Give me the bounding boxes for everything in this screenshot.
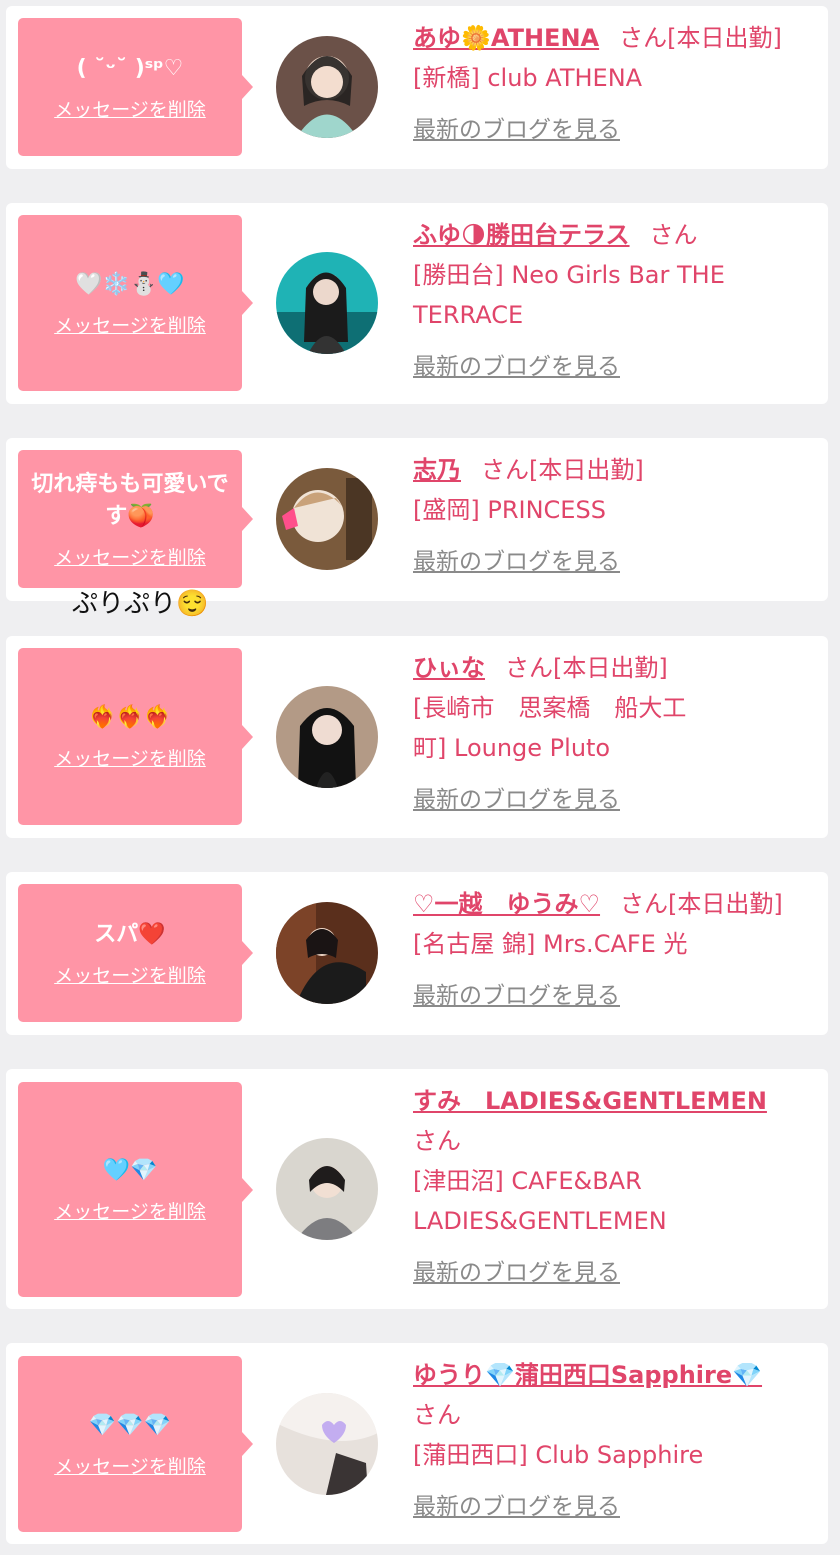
latest-blog-link[interactable]: 最新のブログを見る <box>413 780 620 820</box>
message-bubble: 切れ痔もも可愛いです🍑 メッセージを削除 <box>18 450 253 588</box>
cast-info: ♡一越 ゆうみ♡ さん[本日出勤] [名古屋 錦] Mrs.CAFE 光 最新のブ… <box>413 884 823 1016</box>
cast-name-link[interactable]: ひぃな <box>413 654 485 682</box>
cast-name-link[interactable]: あゆ🌼ATHENA <box>413 24 599 52</box>
honorific: さん <box>481 456 529 484</box>
working-today-badge: [本日出勤] <box>668 890 783 918</box>
message-text: 切れ痔もも可愛いです🍑 <box>31 471 229 529</box>
shop-name-cont: 町] Lounge Pluto <box>413 734 611 762</box>
delete-message-link[interactable]: メッセージを削除 <box>54 543 206 570</box>
latest-blog-link[interactable]: 最新のブログを見る <box>413 110 620 150</box>
honorific: さん <box>619 24 668 52</box>
cast-name-row: すみ LADIES&GENTLEMEN <box>413 1081 823 1121</box>
delete-message-link[interactable]: メッセージを削除 <box>54 1452 206 1479</box>
cast-card-6: 🩵💎 メッセージを削除 すみ LADIES&GENTLEMEN さん [津田沼]… <box>6 1069 828 1309</box>
cast-name-link[interactable]: すみ LADIES&GENTLEMEN <box>413 1087 767 1115</box>
avatar[interactable] <box>276 468 378 570</box>
working-today-badge: [本日出勤] <box>529 456 644 484</box>
avatar[interactable] <box>276 1393 378 1495</box>
working-today-badge: [本日出勤] <box>553 654 668 682</box>
honorific: さん <box>620 890 669 918</box>
avatar[interactable] <box>276 686 378 788</box>
avatar[interactable] <box>276 252 378 354</box>
cast-name-row: ♡一越 ゆうみ♡ さん[本日出勤] <box>413 884 823 924</box>
delete-message-link[interactable]: メッセージを削除 <box>54 1197 206 1224</box>
avatar[interactable] <box>276 902 378 1004</box>
message-bubble: ❤️‍🔥❤️‍🔥❤️‍🔥 メッセージを削除 <box>18 648 253 825</box>
cast-card-3: 切れ痔もも可愛いです🍑 メッセージを削除 志乃 さん[本日出勤] [盛岡] PRI… <box>6 438 828 601</box>
message-text: ❤️‍🔥❤️‍🔥❤️‍🔥 <box>88 705 172 730</box>
cast-name-row: 志乃 さん[本日出勤] <box>413 450 823 490</box>
avatar[interactable] <box>276 1138 378 1240</box>
cast-name-link[interactable]: ゆうり💎蒲田西口Sapphire💎 <box>413 1361 762 1389</box>
shop-name-cont: LADIES&GENTLEMEN <box>413 1207 667 1235</box>
cast-info: あゆ🌼ATHENA さん[本日出勤] [新橋] club ATHENA 最新のブロ… <box>413 18 823 150</box>
cast-name-row: ふゆ🌗勝田台テラス さん <box>413 215 823 255</box>
message-text: 🤍❄️⛄🩵 <box>75 271 185 297</box>
message-text: 💎💎💎 <box>88 1412 172 1438</box>
avatar[interactable] <box>276 36 378 138</box>
cast-info: ひぃな さん[本日出勤] [長崎市 思案橋 船大工 町] Lounge Pluto… <box>413 648 823 820</box>
shop-name: [津田沼] CAFE&BAR <box>413 1167 642 1195</box>
cast-card-5: スパ❤️ メッセージを削除 ♡一越 ゆうみ♡ さん[本日出勤] [名古屋 錦] M… <box>6 872 828 1035</box>
shop-name-cont: TERRACE <box>413 301 524 329</box>
shop-name: [盛岡] PRINCESS <box>413 496 606 524</box>
cast-card-2: 🤍❄️⛄🩵 メッセージを削除 ふゆ🌗勝田台テラス さん [勝田台] Neo Gir… <box>6 203 828 404</box>
overlay-handwriting: ぷりぷり😌 <box>72 589 209 619</box>
honorific: さん <box>413 1127 461 1155</box>
shop-name: [蒲田西口] Club Sapphire <box>413 1441 704 1469</box>
message-bubble: 🩵💎 メッセージを削除 <box>18 1082 253 1297</box>
cast-name-row: ひぃな さん[本日出勤] <box>413 648 823 688</box>
delete-message-link[interactable]: メッセージを削除 <box>54 961 206 988</box>
message-bubble: スパ❤️ メッセージを削除 <box>18 884 253 1022</box>
message-text: スパ❤️ <box>94 921 166 947</box>
cast-card-7: 💎💎💎 メッセージを削除 ゆうり💎蒲田西口Sapphire💎 さん [蒲田西口]… <box>6 1343 828 1544</box>
shop-name: [長崎市 思案橋 船大工 <box>413 694 687 722</box>
delete-message-link[interactable]: メッセージを削除 <box>54 744 206 771</box>
cast-name-row: あゆ🌼ATHENA さん[本日出勤] <box>413 18 823 58</box>
message-bubble: ( ˘ᵕ˘ )ˢᵖ♡ メッセージを削除 <box>18 18 253 156</box>
message-text: 🩵💎 <box>102 1158 158 1183</box>
delete-message-link[interactable]: メッセージを削除 <box>54 95 206 122</box>
cast-card-1: ( ˘ᵕ˘ )ˢᵖ♡ メッセージを削除 あゆ🌼ATHENA さん[本日出勤] [新… <box>6 6 828 169</box>
honorific: さん <box>413 1401 461 1429</box>
working-today-badge: [本日出勤] <box>667 24 782 52</box>
shop-name: [新橋] club ATHENA <box>413 64 643 92</box>
message-bubble: 🤍❄️⛄🩵 メッセージを削除 <box>18 215 253 391</box>
latest-blog-link[interactable]: 最新のブログを見る <box>413 1487 620 1527</box>
honorific: さん <box>505 654 553 682</box>
honorific: さん <box>649 221 698 249</box>
shop-name: [名古屋 錦] Mrs.CAFE 光 <box>413 930 688 958</box>
shop-name: [勝田台] Neo Girls Bar THE <box>413 261 725 289</box>
cast-name-link[interactable]: 志乃 <box>413 456 461 484</box>
cast-info: ゆうり💎蒲田西口Sapphire💎 さん [蒲田西口] Club Sapphir… <box>413 1355 823 1527</box>
message-bubble: 💎💎💎 メッセージを削除 <box>18 1356 253 1532</box>
cast-info: 志乃 さん[本日出勤] [盛岡] PRINCESS 最新のブログを見る <box>413 450 823 582</box>
cast-info: ふゆ🌗勝田台テラス さん [勝田台] Neo Girls Bar THE TERR… <box>413 215 823 387</box>
message-text: ( ˘ᵕ˘ )ˢᵖ♡ <box>76 55 184 81</box>
latest-blog-link[interactable]: 最新のブログを見る <box>413 542 620 582</box>
delete-message-link[interactable]: メッセージを削除 <box>54 311 206 338</box>
latest-blog-link[interactable]: 最新のブログを見る <box>413 1253 620 1293</box>
latest-blog-link[interactable]: 最新のブログを見る <box>413 976 620 1016</box>
cast-name-link[interactable]: ♡一越 ゆうみ♡ <box>413 890 600 918</box>
cast-name-row: ゆうり💎蒲田西口Sapphire💎 <box>413 1355 823 1395</box>
cast-card-4: ❤️‍🔥❤️‍🔥❤️‍🔥 メッセージを削除 ひぃな さん[本日出勤] [長崎市 思… <box>6 636 828 838</box>
latest-blog-link[interactable]: 最新のブログを見る <box>413 347 620 387</box>
cast-info: すみ LADIES&GENTLEMEN さん [津田沼] CAFE&BAR LA… <box>413 1081 823 1293</box>
cast-name-link[interactable]: ふゆ🌗勝田台テラス <box>413 221 630 249</box>
